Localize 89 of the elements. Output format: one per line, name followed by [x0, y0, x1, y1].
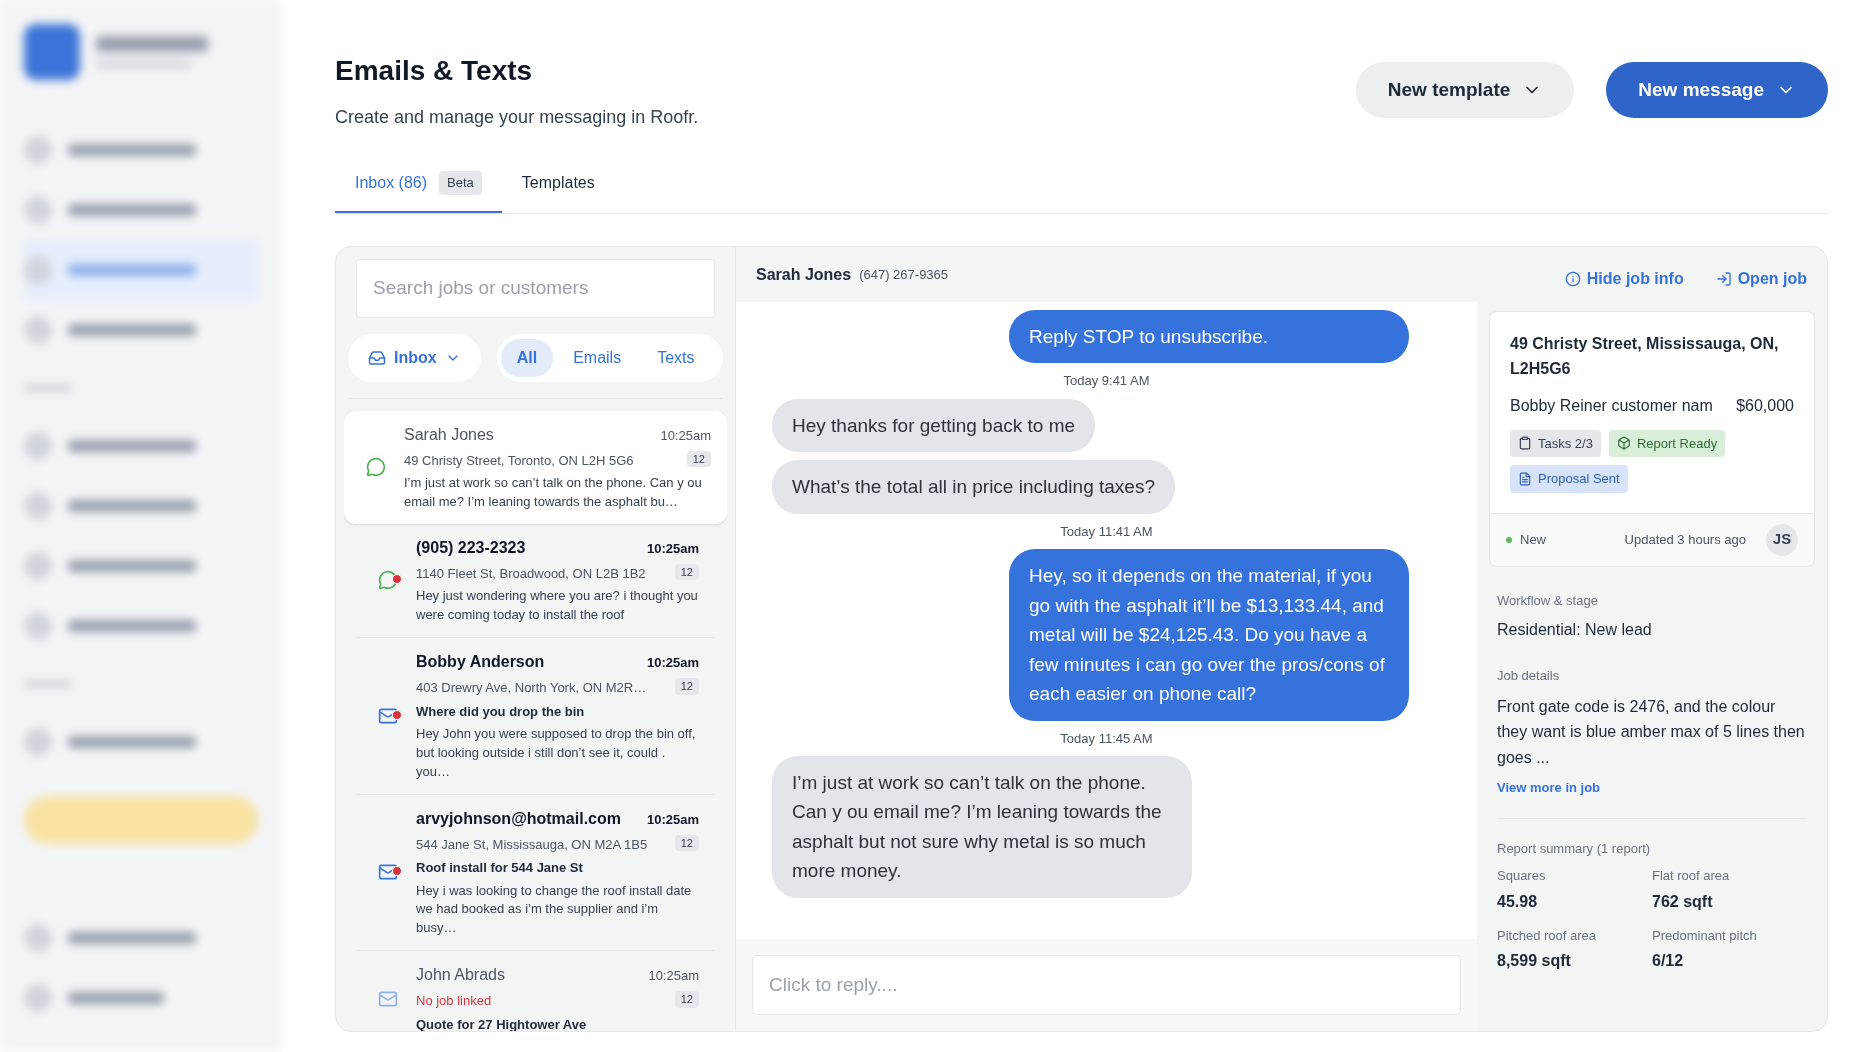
assignee-avatar: JS	[1766, 523, 1798, 556]
clipboard-icon	[1518, 436, 1532, 451]
job-status: New	[1520, 530, 1546, 549]
message-preview: Hey John you were supposed to drop the bin off, but looking outside i still don’t see it, could . you…	[416, 725, 697, 781]
primary-dropdown-button[interactable]: New message	[1606, 62, 1828, 118]
job-price: $60,000	[1736, 395, 1794, 416]
job-details-text: Front gate code is 2476, and the colour they want is blue amber max of 5 lines then goes ...	[1497, 696, 1806, 768]
message-time: 10:25am	[646, 654, 699, 672]
job-tag: Tasks 2/3	[1510, 429, 1601, 458]
view-more-link[interactable]: View more in job	[1497, 778, 1807, 798]
message-count: 12	[686, 450, 711, 468]
email-subject: Roof install for 544 Jane St	[416, 859, 584, 878]
tab[interactable]: Inbox (86) Beta	[335, 163, 502, 213]
chat-phone-number: (647) 267-9365	[859, 265, 949, 284]
updated-time: Updated 3 hours ago	[1624, 530, 1746, 549]
stat-value: 6/12	[1652, 951, 1685, 972]
panel-link[interactable]: Hide job info	[1564, 267, 1684, 291]
stat-label: Squares	[1497, 867, 1547, 886]
panel-link[interactable]: Open job	[1715, 267, 1807, 291]
message-count: 12	[674, 834, 699, 852]
message-count: 12	[674, 563, 699, 581]
enter-icon	[1715, 271, 1732, 287]
contact-name: arvyjohnson@hotmail.com	[416, 808, 621, 829]
reply-field[interactable]: Click to reply....	[752, 955, 1461, 1015]
chat-contact-name: Sarah Jones	[756, 264, 852, 285]
outgoing-message: Reply STOP to unsubscribe.	[1009, 310, 1409, 364]
message-time: 10:25am	[646, 810, 699, 829]
job-tag: Proposal Sent	[1510, 465, 1628, 493]
job-address: 403 Drewry Ave, North York, ON M2R…	[416, 679, 647, 697]
envelope-icon	[378, 862, 398, 883]
contact-name: (905) 223-2323	[416, 537, 526, 558]
message-time: 10:25am	[646, 539, 699, 558]
inbox-icon	[368, 348, 386, 367]
filter-tab[interactable]: All	[500, 338, 554, 377]
timestamp: Today 11:41 AM	[1060, 522, 1153, 541]
workflow-stage: Residential: New lead	[1497, 620, 1653, 641]
info-icon	[1564, 271, 1581, 287]
message-time: 10:25am	[648, 967, 699, 986]
cube-icon	[1616, 436, 1631, 451]
tab[interactable]: Templates	[501, 163, 615, 213]
stat-label: Predominant pitch	[1652, 926, 1758, 945]
job-address: 544 Jane St, Mississauga, ON M2A 1B5	[416, 835, 648, 854]
conversation-item[interactable]: arvyjohnson@hotmail.com 10:25am 544 Jane St, Mississauga, ON M2A 1B5 12 Roof install for 544 Jane St Hey i was looking to change the roof install date we had booked as i’m the supplier and i’m busy…	[356, 794, 715, 952]
outgoing-message: Hey, so it depends on the material, if you go with the asphalt it’ll be $13,133.44, and metal will be $24,125.43. Do you have a few minutes i can go over the pros/cons of each easier on phone call?	[1009, 549, 1409, 721]
conversation-item[interactable]: Sarah Jones 10:25am 49 Christy Street, Toronto, ON L2H 5G6 12 I’m just at work so can’t talk on the phone. Can y ou email me? I’m leaning towards the asphalt bu…	[344, 410, 727, 524]
chat-bubble-icon	[366, 457, 386, 478]
beta-badge: Beta	[439, 171, 482, 195]
incoming-message: I’m just at work so can’t talk on the phone. Can y ou email me? I’m leaning towards the asphalt but not sure why metal is so much more money.	[772, 756, 1192, 898]
document-icon	[1518, 471, 1532, 486]
stat-value: 45.98	[1497, 891, 1539, 912]
secondary-dropdown-button[interactable]: New template	[1355, 62, 1575, 118]
stat-label: Flat roof area	[1652, 867, 1731, 886]
incoming-message: Hey thanks for getting back to me	[772, 398, 1096, 453]
page-title: Emails & Texts	[335, 54, 534, 88]
incoming-message: What’s the total all in price including taxes?	[772, 460, 1175, 514]
conversation-item[interactable]: Bobby Anderson 10:25am 403 Drewry Ave, North York, ON M2R… 12 Where did you drop the bin Hey John you were supposed to drop the bin off, but looking outside i still don’t see it, could . you…	[356, 638, 715, 795]
section-label: Job details	[1497, 667, 1561, 686]
customer-name: Bobby Reiner customer nam	[1510, 395, 1713, 416]
contact-name: Sarah Jones	[404, 424, 494, 445]
email-subject: Where did you drop the bin	[416, 702, 586, 721]
stat-label: Pitched roof area	[1497, 926, 1597, 945]
message-preview: Hey i was looking to change the roof install date we had booked as i’m the supplier and i’m busy…	[416, 881, 693, 938]
job-address: 49 Christy Street, Mississauga, ON, L2H5G6	[1510, 334, 1780, 379]
message-preview: I’m just at work so can’t talk on the phone. Can y ou email me? I’m leaning towards the asphalt bu…	[404, 474, 703, 511]
contact-name: John Abrads	[416, 965, 505, 986]
stat-value: 762 sqft	[1652, 891, 1714, 912]
folder-dropdown[interactable]: Inbox	[348, 333, 481, 382]
message-time: 10:25am	[660, 426, 711, 445]
conversation-item[interactable]: (905) 223-2323 10:25am 1140 Fleet St, Broadwood, ON L2B 1B2 12 Hey just wondering where you are? i thought you were coming today to install the roof	[356, 523, 715, 638]
section-label: Workflow & stage	[1497, 591, 1599, 610]
job-address: 49 Christy Street, Toronto, ON L2H 5G6	[404, 451, 634, 470]
chat-bubble-icon	[378, 570, 398, 591]
timestamp: Today 9:41 AM	[1063, 372, 1150, 391]
contact-name: Bobby Anderson	[416, 652, 545, 672]
message-count: 12	[674, 678, 699, 695]
stat-value: 8,599 sqft	[1497, 951, 1572, 972]
search-field[interactable]: Search jobs or customers	[356, 259, 715, 318]
filter-tab[interactable]: Emails	[557, 338, 638, 377]
no-job-warning: No job linked	[416, 992, 492, 1011]
timestamp: Today 11:45 AM	[1060, 729, 1153, 748]
conversation-item[interactable]: John Abrads 10:25am No job linked 12 Quote for 27 Hightower Ave	[356, 951, 715, 1031]
job-tag: Report Ready	[1608, 429, 1726, 458]
message-count: 12	[674, 991, 699, 1008]
email-subject: Quote for 27 Hightower Ave	[416, 1015, 588, 1031]
section-label: Report summary (1 report)	[1497, 839, 1652, 858]
page-subtitle: Create and manage your messaging in Roofr.	[335, 106, 699, 129]
filter-tab[interactable]: Texts	[641, 338, 711, 377]
job-address: 1140 Fleet St, Broadwood, ON L2B 1B2	[416, 564, 646, 583]
message-preview: Hey just wondering where you are? i thought you were coming today to install the roof	[416, 587, 699, 625]
